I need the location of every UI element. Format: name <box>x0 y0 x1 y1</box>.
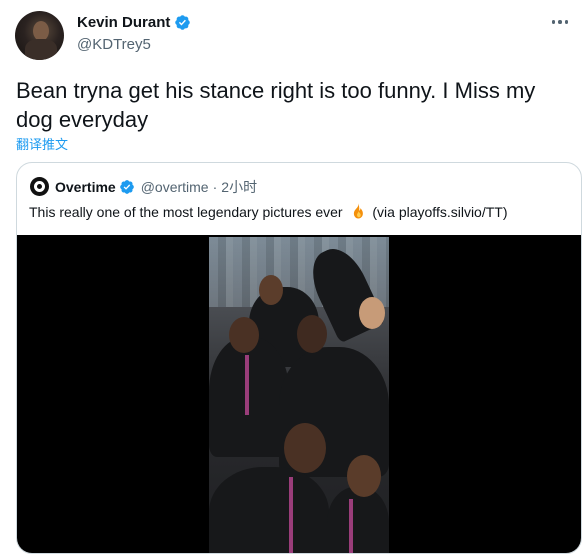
player-head <box>297 315 327 353</box>
quoted-tweet-header: Overtime @overtime · 2小时 <box>55 177 257 197</box>
quoted-author-name[interactable]: Overtime <box>55 179 116 195</box>
player-figure <box>209 337 289 457</box>
player-head <box>259 275 283 305</box>
quoted-tweet[interactable]: Overtime @overtime · 2小时 This really one… <box>16 162 582 554</box>
quoted-timestamp[interactable]: 2小时 <box>221 177 257 197</box>
overtime-avatar[interactable] <box>30 177 49 196</box>
uniform-stripe <box>289 477 293 553</box>
tweet: Kevin Durant @KDTrey5 Bean tryna get his… <box>0 0 586 559</box>
player-figure <box>327 487 389 553</box>
author-avatar[interactable] <box>15 11 64 60</box>
avatar-face-shape <box>33 21 49 41</box>
team-photo <box>209 237 389 553</box>
uniform-stripe <box>245 355 249 415</box>
author-name-row: Kevin Durant <box>77 14 191 31</box>
player-head <box>359 297 385 329</box>
fire-icon <box>353 203 363 219</box>
player-figure <box>209 467 329 553</box>
separator-dot: · <box>212 179 218 195</box>
player-head <box>229 317 259 353</box>
quoted-text-main: This really one of the most legendary pi… <box>29 204 343 220</box>
more-options-icon[interactable] <box>548 10 572 34</box>
more-dot <box>551 20 556 24</box>
quoted-text-credit: (via playoffs.silvio/TT) <box>372 204 508 220</box>
avatar-body-shape <box>25 39 57 60</box>
verified-badge-icon <box>119 180 134 194</box>
uniform-stripe <box>349 499 353 553</box>
translate-tweet-link[interactable]: 翻译推文 <box>16 134 68 153</box>
quoted-media-video[interactable] <box>17 235 581 553</box>
quoted-tweet-text: This really one of the most legendary pi… <box>29 202 508 220</box>
quoted-author-handle[interactable]: @overtime <box>141 179 209 195</box>
tweet-text: Bean tryna get his stance right is too f… <box>16 78 536 132</box>
more-dot <box>558 20 562 24</box>
player-head <box>284 423 326 473</box>
more-dot <box>564 20 569 24</box>
player-head <box>347 455 381 497</box>
author-display-name[interactable]: Kevin Durant <box>77 14 170 31</box>
overtime-logo-icon <box>34 181 45 192</box>
verified-badge-icon <box>175 15 191 30</box>
author-handle[interactable]: @KDTrey5 <box>77 36 151 53</box>
